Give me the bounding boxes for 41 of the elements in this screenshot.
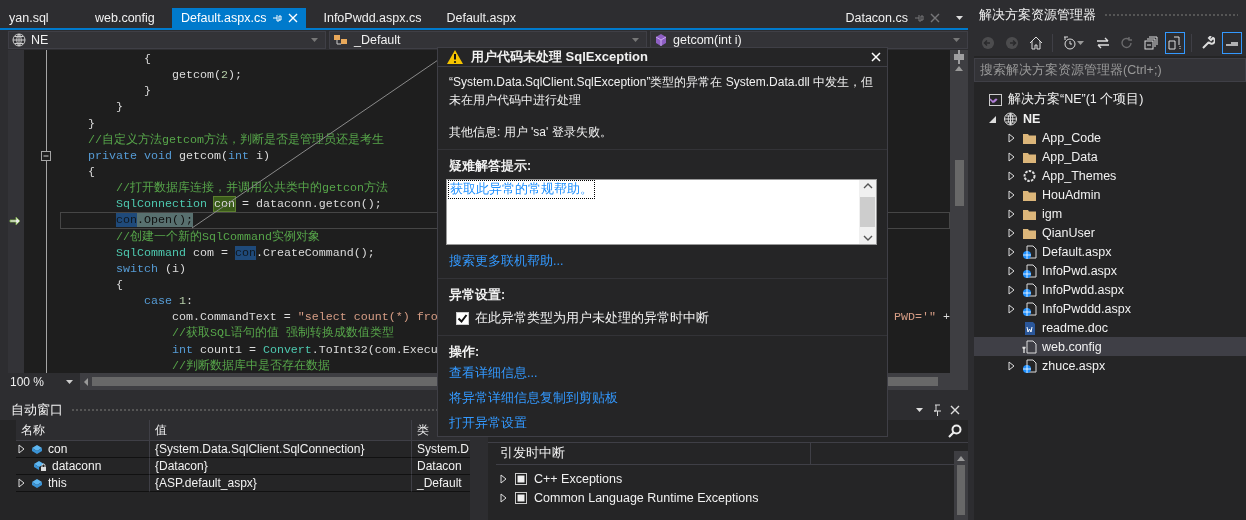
table-cell: System.D (412, 441, 470, 458)
code-line: con.Open(); (114, 213, 193, 228)
additional-info: 其他信息: 用户 'sa' 登录失败。 (449, 124, 613, 141)
error-message: “System.Data.SqlClient.SqlException”类型的异常在 System.Data.dll 中发生，但未在用户代码中进行处理 (449, 74, 875, 109)
table-cell: Datacon (412, 458, 470, 475)
panel-title: 自动窗口 (11, 401, 63, 419)
code-fragment: PWD='" + (894, 310, 950, 325)
table-cell: {System.Data.SqlClient.SqlConnection} (150, 441, 412, 458)
code-line: } (87, 116, 95, 131)
exception-label: Common Language Runtime Exceptions (534, 490, 759, 505)
panel-title: 解决方案资源管理器 (979, 6, 1096, 24)
code-line: //创建一个新的SqlCommand实例对象 (114, 229, 320, 244)
table-cell: dataconn (52, 459, 102, 473)
code-line: //打开数据库连接，并调用公共类中的getcon方法 (114, 181, 388, 196)
table-cell: this (48, 476, 67, 490)
code-line: com.CommandText = "select count(*) fro (170, 310, 438, 325)
code-line: SqlConnection con = dataconn.getcon(); (114, 197, 382, 212)
code-line: SqlCommand com = con.CreateCommand(); (114, 245, 375, 260)
code-line: } (142, 84, 151, 99)
code-line: getcom(2); (170, 68, 242, 83)
code-line: int count1 = Convert.ToInt32(com.Execu (170, 342, 438, 357)
code-line: { (114, 278, 123, 293)
checkbox-label: 在此异常类型为用户未处理的异常时中断 (475, 310, 709, 327)
exception-label: C++ Exceptions (534, 471, 623, 486)
code-line: } (114, 100, 123, 115)
table-cell: {Datacon} (150, 458, 412, 475)
code-line: private void getcom(int i) (87, 148, 270, 163)
table-cell: con (48, 442, 68, 456)
section-heading: 疑难解答提示: (449, 158, 533, 175)
section-heading: 异常设置: (449, 287, 507, 304)
code-line: { (142, 52, 151, 67)
code-line: //自定义方法getcom方法，判断是否是管理员还是考生 (87, 132, 384, 147)
table-cell: {ASP.default_aspx} (150, 475, 412, 492)
code-line: { (87, 165, 95, 180)
popup-title: 用户代码未处理 SqlException (471, 48, 649, 66)
code-line: switch (i) (114, 261, 186, 276)
code-line: //获取SQL语句的值 强制转换成数值类型 (170, 326, 394, 341)
code-line: //判断数据库中是否存在数据 (170, 358, 330, 373)
section-heading: 操作: (449, 344, 481, 361)
table-cell: _Default (412, 475, 470, 492)
code-line: case 1: (142, 294, 193, 309)
